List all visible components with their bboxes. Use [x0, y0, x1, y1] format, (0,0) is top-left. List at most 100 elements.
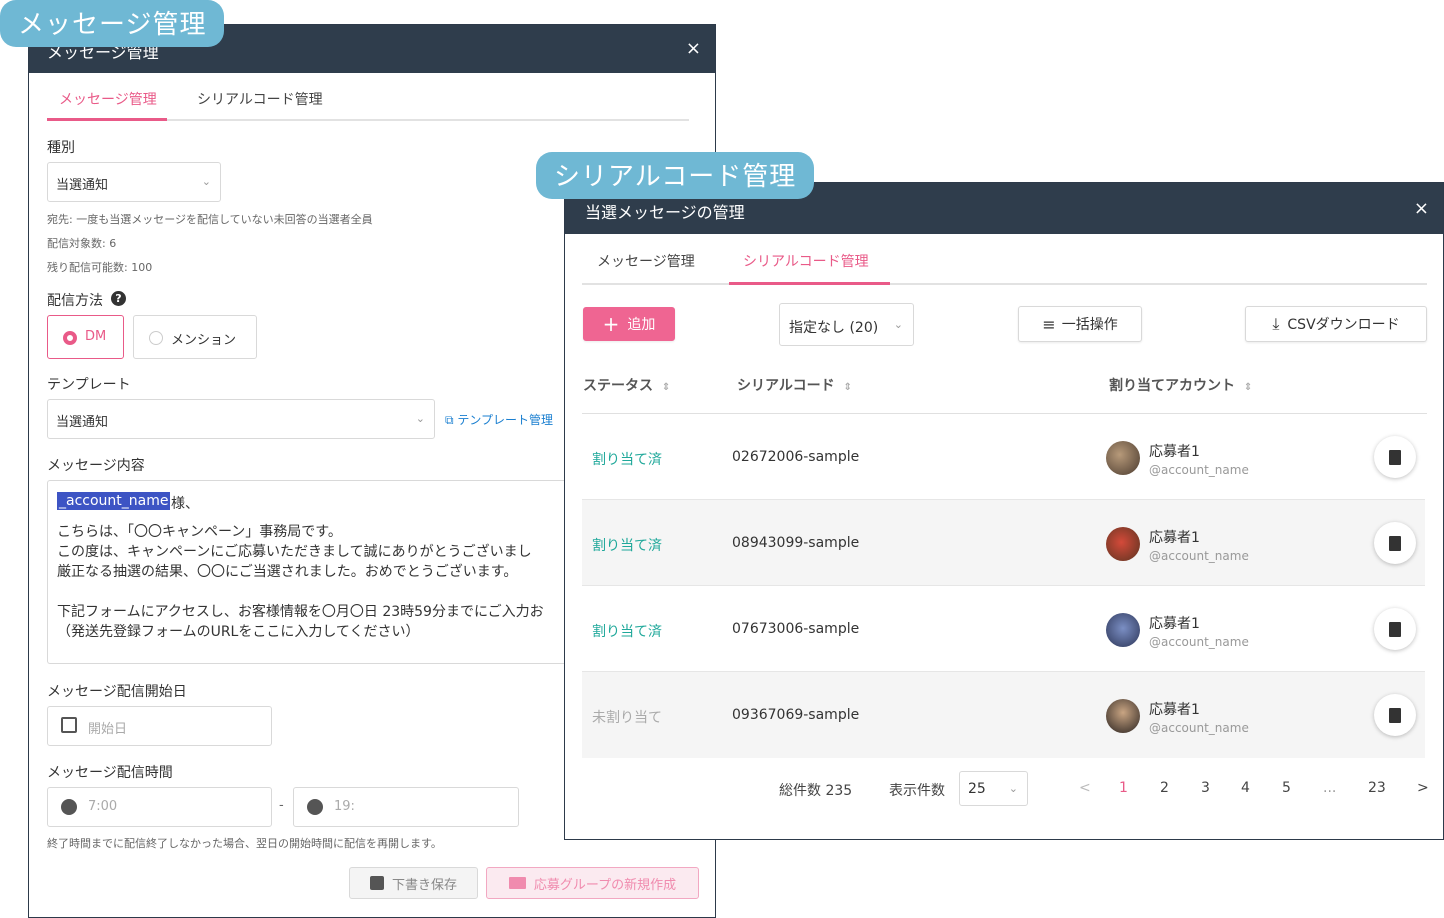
delete-button[interactable]	[1374, 522, 1416, 564]
message-line: （発送先登録フォームのURLをここに入力してください）	[57, 624, 420, 640]
help-icon[interactable]: ?	[111, 291, 126, 306]
create-group-button[interactable]: 応募グループの新規作成	[486, 867, 699, 899]
tab-divider	[582, 283, 1427, 285]
tab-active-indicator	[729, 282, 890, 285]
close-icon[interactable]: ×	[686, 38, 701, 59]
trash-icon	[1389, 707, 1401, 723]
add-button[interactable]: + 追加	[583, 307, 675, 341]
message-greeting: 様、	[171, 496, 199, 512]
add-button-label: 追加	[627, 317, 656, 333]
serial-code-modal: 当選メッセージの管理 × メッセージ管理 シリアルコード管理 + 追加 指定なし…	[564, 182, 1444, 840]
start-date-input[interactable]: 開始日	[47, 706, 272, 746]
time-separator: -	[279, 798, 284, 813]
table-row: 割り当て済 02672006-sample 応募者1 @account_name	[582, 414, 1425, 500]
tab-active-indicator	[47, 118, 167, 121]
template-select[interactable]: 当選通知 ⌄	[47, 399, 435, 439]
page-5-button[interactable]: 5	[1282, 780, 1291, 796]
page-ellipsis: ...	[1323, 780, 1337, 796]
create-group-label: 応募グループの新規作成	[533, 877, 677, 893]
trash-icon	[1389, 535, 1401, 551]
message-content-label: メッセージ内容	[47, 458, 145, 474]
column-header-account-label: 割り当てアカウント	[1109, 378, 1235, 394]
page-3-button[interactable]: 3	[1201, 780, 1210, 796]
row-applicant-name: 応募者1	[1149, 444, 1200, 460]
total-count: 総件数 235	[779, 783, 853, 799]
csv-download-button[interactable]: ⤓ CSVダウンロード	[1245, 306, 1427, 342]
start-date-label: メッセージ配信開始日	[47, 684, 187, 700]
time-to-input[interactable]: 19:	[293, 787, 519, 827]
per-page-select[interactable]: 25 ⌄	[959, 771, 1028, 806]
start-date-placeholder: 開始日	[88, 722, 128, 737]
chevron-down-icon: ⌄	[415, 412, 425, 425]
column-header-serial-code[interactable]: シリアルコード ⇕	[737, 375, 852, 395]
per-page-label: 表示件数	[889, 783, 945, 799]
close-icon[interactable]: ×	[1414, 198, 1429, 219]
table-row: 割り当て済 07673006-sample 応募者1 @account_name	[582, 586, 1425, 672]
prev-page-button[interactable]: <	[1079, 780, 1091, 796]
plus-icon: +	[602, 312, 620, 336]
clock-icon	[307, 799, 323, 815]
csv-download-label: CSVダウンロード	[1287, 317, 1400, 333]
row-serial-code: 08943099-sample	[732, 535, 860, 551]
account-name-tag: _account_name	[57, 492, 171, 510]
recipient-info: 宛先: 一度も当選メッセージを配信していない未回答の当選者全員	[47, 213, 373, 226]
trash-icon	[1389, 449, 1401, 465]
tab-message-management[interactable]: メッセージ管理	[59, 89, 157, 109]
table-row: 未割り当て 09367069-sample 応募者1 @account_name	[582, 672, 1425, 758]
column-header-status-label: ステータス	[583, 378, 653, 394]
delivery-time-label: メッセージ配信時間	[47, 765, 173, 781]
column-header-status[interactable]: ステータス ⇕	[583, 375, 670, 395]
type-label: 種別	[47, 140, 75, 156]
time-from-placeholder: 7:00	[88, 799, 118, 814]
row-account-handle: @account_name	[1149, 721, 1249, 735]
page-1-button[interactable]: 1	[1119, 780, 1128, 796]
next-page-button[interactable]: >	[1417, 780, 1429, 796]
tab-serial-management[interactable]: シリアルコード管理	[743, 251, 869, 271]
row-applicant-name: 応募者1	[1149, 530, 1200, 546]
time-from-input[interactable]: 7:00	[47, 787, 272, 827]
row-serial-code: 02672006-sample	[732, 449, 860, 465]
list-icon: ≡	[1042, 314, 1056, 334]
row-account-handle: @account_name	[1149, 635, 1249, 649]
status-filter-select[interactable]: 指定なし (20) ⌄	[779, 303, 914, 346]
save-draft-button[interactable]: 下書き保存	[349, 867, 478, 899]
tab-message-management[interactable]: メッセージ管理	[597, 251, 695, 271]
avatar	[1106, 699, 1140, 733]
remaining-count-info: 残り配信可能数: 100	[47, 261, 153, 274]
type-select-value: 当選通知	[56, 178, 109, 193]
sort-icon: ⇕	[843, 382, 852, 393]
radio-unselected-icon	[149, 331, 163, 345]
resume-note: 終了時間までに配信終了しなかった場合、翌日の開始時間に配信を再開します。	[47, 837, 442, 850]
type-select[interactable]: 当選通知 ⌄	[47, 162, 221, 202]
calendar-icon	[61, 717, 77, 733]
chevron-down-icon: ⌄	[1008, 782, 1018, 795]
serial-modal-title: 当選メッセージの管理	[585, 203, 745, 222]
message-content-textarea[interactable]: _account_name 様、 こちらは、「〇〇キャンペーン」事務局です。 こ…	[47, 480, 607, 664]
page-4-button[interactable]: 4	[1241, 780, 1250, 796]
delivery-option-dm[interactable]: DM	[47, 315, 124, 359]
delivery-option-mention[interactable]: メンション	[133, 315, 257, 359]
tab-serial-management[interactable]: シリアルコード管理	[197, 89, 323, 109]
delivery-method-label: 配信方法	[47, 293, 103, 309]
bulk-action-button[interactable]: ≡ 一括操作	[1018, 306, 1142, 342]
table-row: 割り当て済 08943099-sample 応募者1 @account_name	[582, 500, 1425, 586]
page-2-button[interactable]: 2	[1160, 780, 1169, 796]
column-header-assigned-account[interactable]: 割り当てアカウント ⇕	[1109, 375, 1252, 395]
row-status: 割り当て済	[592, 538, 662, 554]
per-page-value: 25	[968, 781, 986, 797]
bulk-action-label: 一括操作	[1061, 317, 1118, 333]
time-to-placeholder: 19:	[334, 799, 355, 814]
template-manage-link[interactable]: ⧉ テンプレート管理	[445, 411, 553, 428]
delivery-option-dm-label: DM	[85, 329, 107, 344]
message-line: 下記フォームにアクセスし、お客様情報を〇月〇日 23時59分までにご入力お	[57, 604, 544, 620]
row-serial-code: 09367069-sample	[732, 707, 860, 723]
external-link-icon: ⧉	[445, 413, 454, 427]
template-manage-link-label: テンプレート管理	[457, 413, 554, 427]
message-line: この度は、キャンペーンにご応募いただきまして誠にありがとうございまし	[57, 544, 532, 560]
delete-button[interactable]	[1374, 694, 1416, 736]
mail-icon	[508, 877, 526, 889]
delete-button[interactable]	[1374, 608, 1416, 650]
page-23-button[interactable]: 23	[1368, 780, 1386, 796]
delivery-option-mention-label: メンション	[171, 333, 237, 348]
delete-button[interactable]	[1374, 436, 1416, 478]
